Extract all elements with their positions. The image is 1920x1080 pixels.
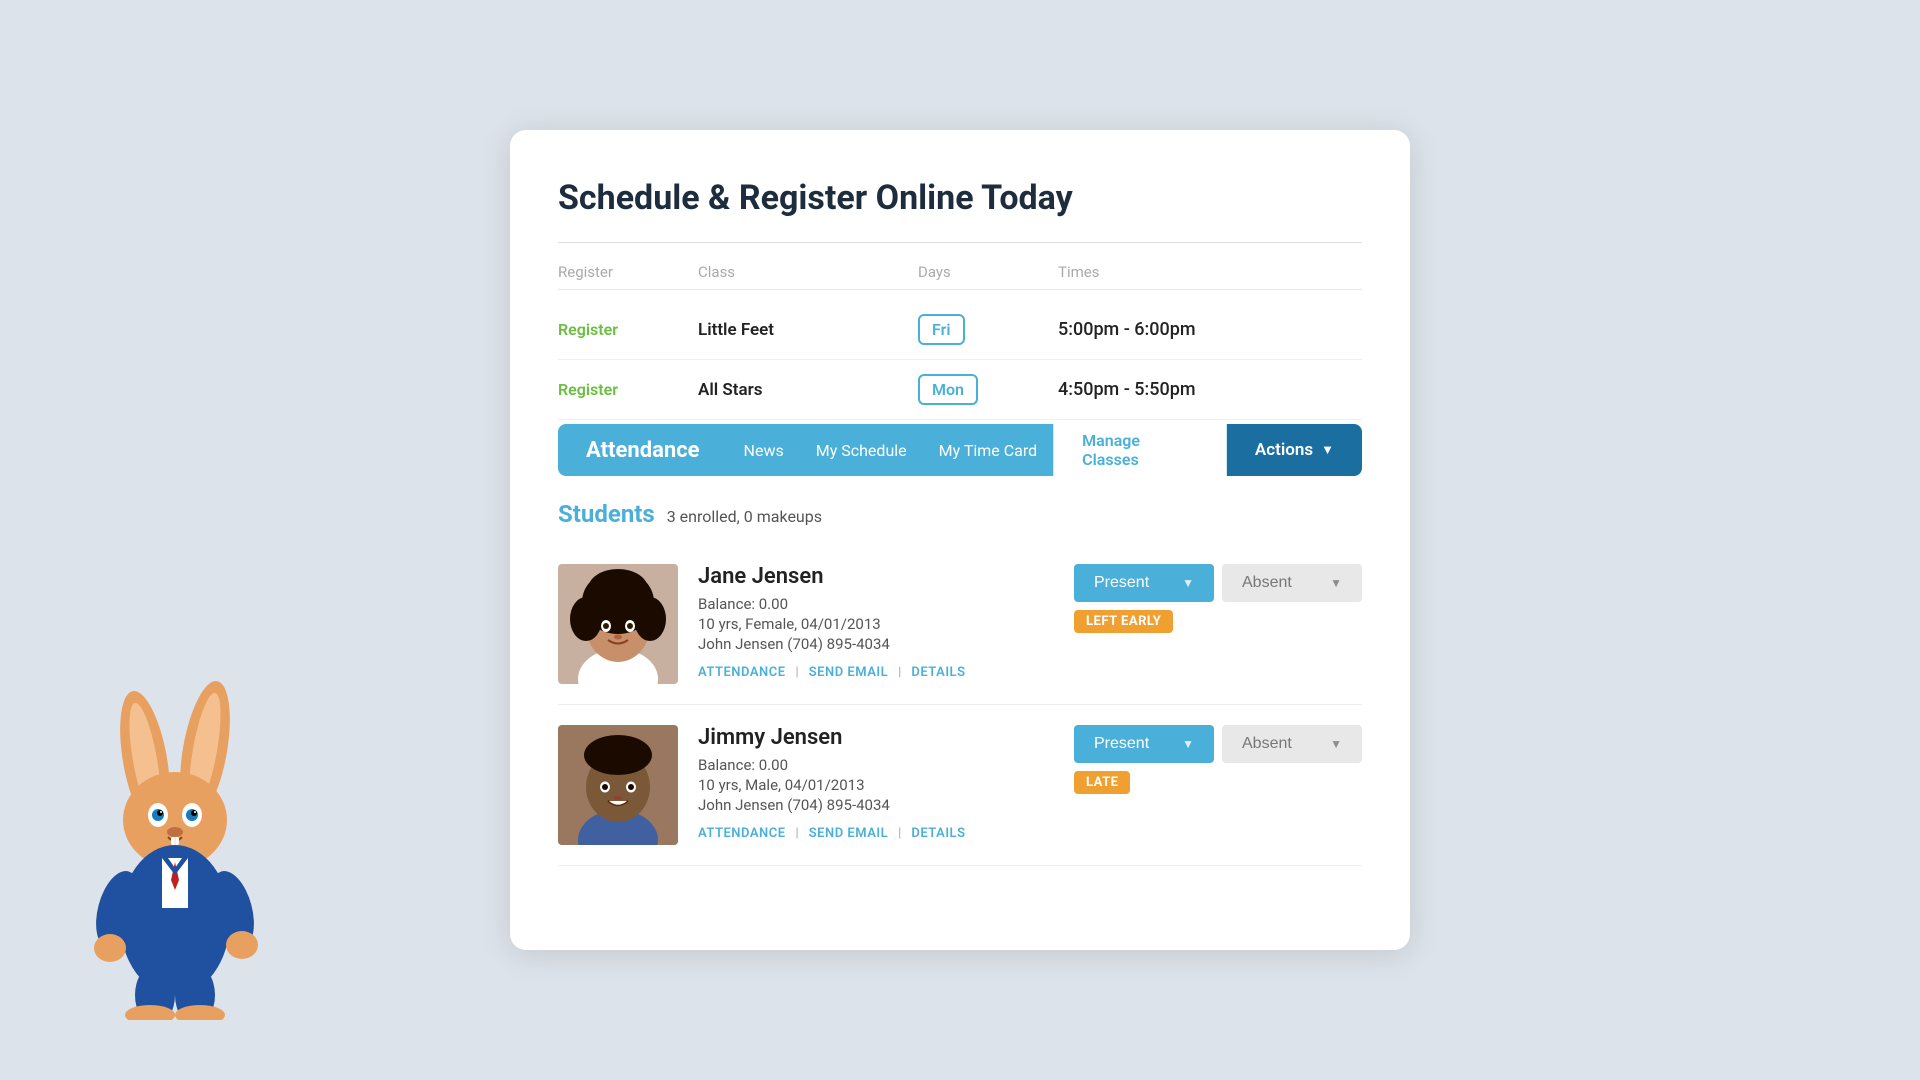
absent-button-jane[interactable]: Absent ▼ <box>1222 564 1362 602</box>
attendance-controls-jane: Present ▼ Absent ▼ LEFT EARLY <box>1074 564 1362 633</box>
title-divider <box>558 242 1362 243</box>
student-contact-jane: John Jensen (704) 895-4034 <box>698 635 1054 653</box>
day-badge-1: Fri <box>918 314 965 345</box>
attendance-controls-jimmy: Present ▼ Absent ▼ LATE <box>1074 725 1362 794</box>
student-details-jane: 10 yrs, Female, 04/01/2013 <box>698 615 1054 633</box>
nav-my-time-card[interactable]: My Time Card <box>923 424 1054 476</box>
nav-bar: Attendance News My Schedule My Time Card… <box>558 424 1362 476</box>
class-name-1: Little Feet <box>698 320 918 340</box>
details-link-jane[interactable]: DETAILS <box>911 665 965 680</box>
email-link-jimmy[interactable]: SEND EMAIL <box>809 826 888 841</box>
attendance-link-jimmy[interactable]: ATTENDANCE <box>698 826 786 841</box>
nav-attendance[interactable]: Attendance <box>558 424 728 476</box>
status-badge-jane: LEFT EARLY <box>1074 610 1173 633</box>
page-wrapper: Schedule & Register Online Today Registe… <box>0 0 1920 1080</box>
register-link-2[interactable]: Register <box>558 380 618 399</box>
register-link-1[interactable]: Register <box>558 320 618 339</box>
absent-button-jimmy[interactable]: Absent ▼ <box>1222 725 1362 763</box>
nav-manage-classes[interactable]: Manage Classes <box>1053 424 1227 476</box>
student-card-1: Jane Jensen Balance: 0.00 10 yrs, Female… <box>558 544 1362 705</box>
student-name-jimmy: Jimmy Jensen <box>698 725 1054 750</box>
actions-chevron-icon: ▼ <box>1321 442 1334 458</box>
student-info-jane: Jane Jensen Balance: 0.00 10 yrs, Female… <box>698 564 1054 680</box>
student-photo-jane <box>558 564 678 684</box>
header-register: Register <box>558 263 698 281</box>
status-badge-jimmy: LATE <box>1074 771 1130 794</box>
nav-actions[interactable]: Actions ▼ <box>1227 424 1362 476</box>
student-links-jimmy: ATTENDANCE | SEND EMAIL | DETAILS <box>698 826 1054 841</box>
attendance-buttons-jane: Present ▼ Absent ▼ <box>1074 564 1362 602</box>
class-name-2: All Stars <box>698 380 918 400</box>
nav-actions-label: Actions <box>1255 440 1313 460</box>
student-details-jimmy: 10 yrs, Male, 04/01/2013 <box>698 776 1054 794</box>
student-contact-jimmy: John Jensen (704) 895-4034 <box>698 796 1054 814</box>
times-1: 5:00pm - 6:00pm <box>1058 319 1362 340</box>
present-button-jimmy[interactable]: Present ▼ <box>1074 725 1214 763</box>
absent-dropdown-arrow-jimmy: ▼ <box>1330 737 1342 751</box>
students-count: 3 enrolled, 0 makeups <box>667 507 822 526</box>
attendance-link-jane[interactable]: ATTENDANCE <box>698 665 786 680</box>
student-photo-jimmy <box>558 725 678 845</box>
schedule-row-2: Register All Stars Mon 4:50pm - 5:50pm <box>558 360 1362 420</box>
present-button-jane[interactable]: Present ▼ <box>1074 564 1214 602</box>
times-2: 4:50pm - 5:50pm <box>1058 379 1362 400</box>
attendance-buttons-jimmy: Present ▼ Absent ▼ <box>1074 725 1362 763</box>
main-card: Schedule & Register Online Today Registe… <box>510 130 1410 950</box>
student-links-jane: ATTENDANCE | SEND EMAIL | DETAILS <box>698 665 1054 680</box>
student-card-2: Jimmy Jensen Balance: 0.00 10 yrs, Male,… <box>558 705 1362 866</box>
nav-links: News My Schedule My Time Card <box>728 424 1054 476</box>
bunny-mascot <box>80 680 280 1020</box>
details-link-jimmy[interactable]: DETAILS <box>911 826 965 841</box>
header-days: Days <box>918 263 1058 281</box>
day-badge-2: Mon <box>918 374 978 405</box>
students-header: Students 3 enrolled, 0 makeups <box>558 500 1362 528</box>
present-dropdown-arrow-jimmy: ▼ <box>1182 737 1194 751</box>
student-info-jimmy: Jimmy Jensen Balance: 0.00 10 yrs, Male,… <box>698 725 1054 841</box>
schedule-headers: Register Class Days Times <box>558 263 1362 290</box>
student-name-jane: Jane Jensen <box>698 564 1054 589</box>
absent-dropdown-arrow-jane: ▼ <box>1330 576 1342 590</box>
schedule-table: Register Class Days Times Register Littl… <box>558 263 1362 420</box>
header-class: Class <box>698 263 918 281</box>
page-title: Schedule & Register Online Today <box>558 178 1362 218</box>
student-balance-jane: Balance: 0.00 <box>698 595 1054 613</box>
students-title: Students <box>558 500 655 528</box>
nav-my-schedule[interactable]: My Schedule <box>800 424 923 476</box>
present-dropdown-arrow-jane: ▼ <box>1182 576 1194 590</box>
student-balance-jimmy: Balance: 0.00 <box>698 756 1054 774</box>
schedule-row-1: Register Little Feet Fri 5:00pm - 6:00pm <box>558 300 1362 360</box>
email-link-jane[interactable]: SEND EMAIL <box>809 665 888 680</box>
nav-news[interactable]: News <box>728 424 800 476</box>
header-times: Times <box>1058 263 1362 281</box>
